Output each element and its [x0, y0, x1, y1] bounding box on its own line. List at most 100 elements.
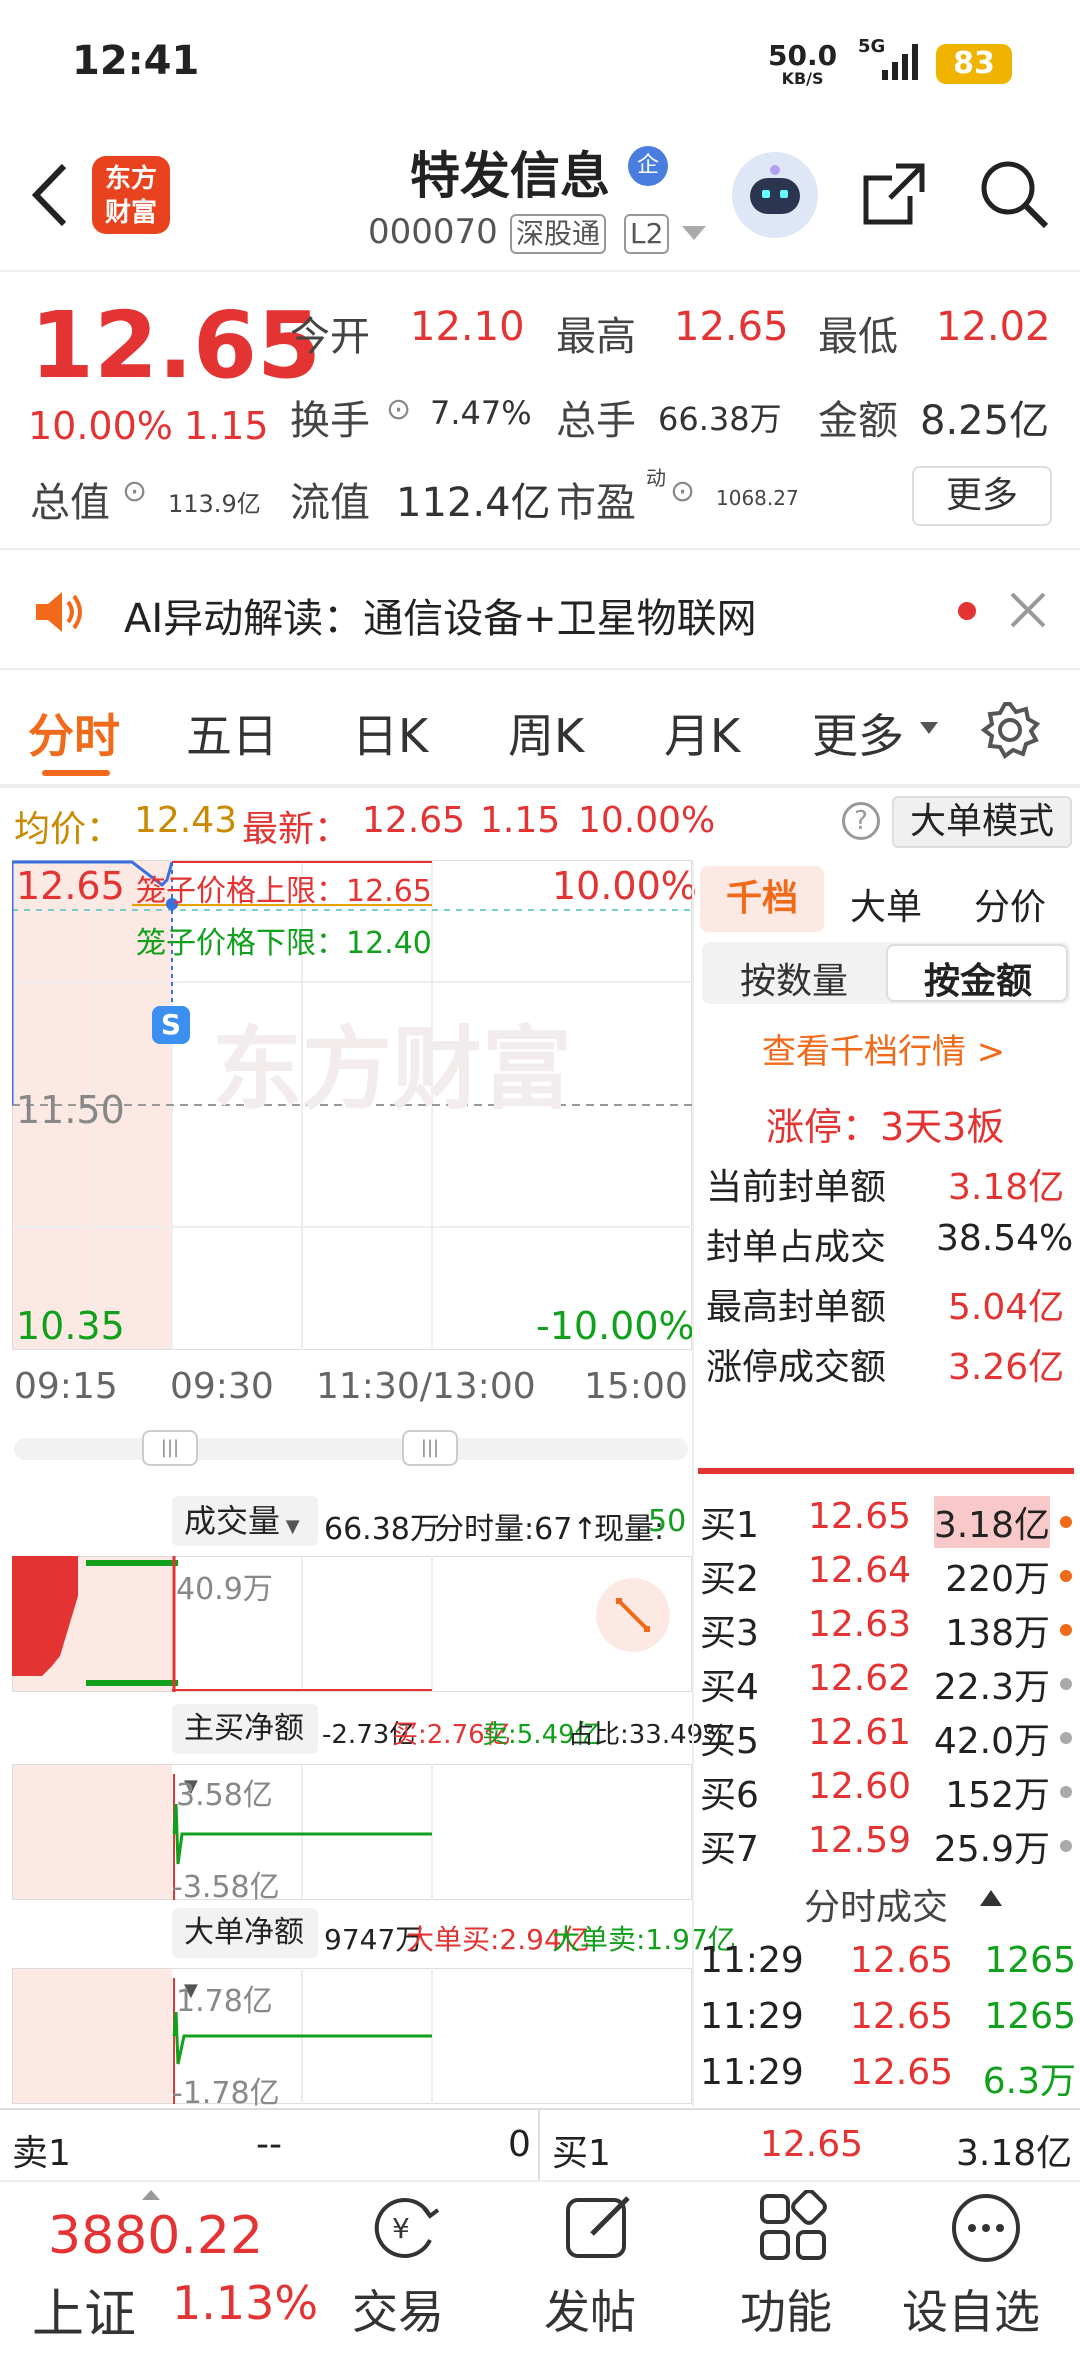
stat-value: 38.54% [936, 1218, 1074, 1259]
range-slider-left-handle[interactable]: ||| [142, 1430, 198, 1466]
info-dots-icon[interactable]: ⊙ [386, 392, 411, 427]
speaker-icon [36, 592, 82, 632]
chevron-up-icon[interactable] [980, 1890, 1002, 1906]
sub-tab-by-quantity[interactable]: 按数量 [740, 952, 848, 1004]
index-name[interactable]: 上证 [32, 2272, 136, 2347]
app-logo[interactable]: 东方 财富 [92, 156, 170, 234]
bid-row[interactable]: 买1 12.65 3.18亿 [698, 1496, 1078, 1548]
ai-robot-avatar[interactable] [732, 152, 818, 238]
volume-label: 总手 [556, 398, 636, 444]
tab-big-order[interactable]: 大单 [850, 878, 922, 930]
speed-value: 50.0 [768, 39, 838, 72]
edit-post-icon[interactable] [562, 2190, 638, 2266]
bigorder-chart[interactable] [12, 1968, 692, 2104]
netbuy-chart[interactable] [12, 1764, 692, 1900]
bid-row[interactable]: 买5 12.61 42.0万 [698, 1712, 1078, 1764]
tab-more[interactable]: 更多 [812, 700, 904, 766]
sub-tab-by-amount[interactable]: 按金额 [924, 952, 1032, 1004]
search-icon[interactable] [978, 158, 1050, 230]
gear-icon[interactable] [980, 700, 1040, 760]
range-slider-right-handle[interactable]: ||| [402, 1430, 458, 1466]
expand-button[interactable] [596, 1578, 670, 1652]
bid-qty: 25.9万 [933, 1829, 1050, 1870]
more-button[interactable]: 更多 [912, 466, 1052, 526]
ai-banner-text: AI异动解读：通信设备+卫星物联网 [124, 596, 757, 642]
volume-bars-green [86, 1560, 178, 1566]
close-icon[interactable] [1010, 592, 1046, 628]
bid-row[interactable]: 买7 12.59 25.9万 [698, 1820, 1078, 1872]
big-order-mode-button[interactable]: 大单模式 [892, 796, 1072, 848]
tab-underline [42, 770, 110, 776]
volume-total: 66.38万 [324, 1512, 440, 1547]
volume-value: 66.38万 [658, 400, 782, 438]
time-label-1500: 15:00 [584, 1366, 688, 1407]
stat-label: 涨停成交额 [706, 1347, 887, 1388]
nav-post[interactable]: 发帖 [544, 2276, 636, 2342]
back-icon[interactable] [28, 160, 72, 230]
tab-weekly-k[interactable]: 周K [508, 700, 584, 766]
nav-functions[interactable]: 功能 [740, 2276, 832, 2342]
bid-row[interactable]: 买3 12.63 138万 [698, 1604, 1078, 1656]
bid1-qty: 3.18亿 [956, 2133, 1073, 2174]
order-book-divider [698, 1468, 1074, 1474]
open-value: 12.10 [410, 304, 525, 350]
view-thousand-levels-link[interactable]: 查看千档行情 > [762, 1024, 1005, 1073]
trade-time: 11:29 [700, 1996, 804, 2037]
tab-price-dist[interactable]: 分价 [974, 878, 1046, 930]
high-label: 最高 [556, 314, 636, 360]
chevron-down-icon[interactable] [682, 226, 706, 240]
status-dot [1060, 1624, 1072, 1636]
chevron-down-icon[interactable] [920, 722, 938, 734]
volume-selector[interactable]: 成交量 ▼ [172, 1496, 318, 1546]
ai-banner[interactable]: AI异动解读：通信设备+卫星物联网 [0, 550, 1080, 670]
sgt-tag: 深股通 [510, 214, 607, 254]
bid-row[interactable]: 买2 12.64 220万 [698, 1550, 1078, 1602]
yuan-exchange-icon[interactable]: ¥ [368, 2190, 444, 2266]
current-price: 12.65 [30, 292, 322, 399]
tab-five-day[interactable]: 五日 [186, 700, 278, 766]
grid-apps-icon[interactable] [756, 2190, 832, 2266]
help-icon[interactable]: ? [842, 802, 880, 840]
nav-trade[interactable]: 交易 [352, 2276, 444, 2342]
bid-qty: 22.3万 [933, 1667, 1050, 1708]
volume-chart[interactable] [12, 1556, 692, 1692]
trade-qty: 6.3万 [982, 2061, 1076, 2102]
bid-label: 买1 [700, 1505, 759, 1546]
time-label-0915: 09:15 [14, 1366, 118, 1407]
s-marker-icon[interactable]: S [152, 1006, 190, 1044]
tab-intraday[interactable]: 分时 [28, 700, 120, 766]
svg-text:¥: ¥ [392, 2212, 410, 2245]
nav-watchlist[interactable]: 设自选 [902, 2276, 1040, 2342]
bid-qty: 42.0万 [933, 1721, 1050, 1762]
tab-thousand-levels[interactable]: 千档 [700, 866, 824, 932]
trade-row: 11:29 12.65 6.3万 [700, 2052, 1076, 2104]
info-dots-icon[interactable]: ⊙ [670, 474, 695, 509]
status-dot [1060, 1516, 1072, 1528]
info-dots-icon[interactable]: ⊙ [122, 474, 147, 509]
netbuy-selector[interactable]: 主买净额 ▼ [172, 1704, 318, 1797]
tab-monthly-k[interactable]: 月K [664, 700, 740, 766]
lower-limit-label: 笼子价格下限：12.40 [136, 926, 432, 961]
robot-icon [750, 165, 800, 214]
stock-name[interactable]: 特发信息 [410, 136, 610, 208]
unread-dot [958, 602, 976, 620]
limit-up-title: 涨停：3天3板 [766, 1105, 1005, 1149]
watermark: 东方财富 [212, 1020, 572, 1120]
trade-qty: 1265 [984, 1940, 1076, 1981]
bottom-quote-bar: 卖1 -- 0 买1 12.65 3.18亿 [0, 2108, 1080, 2180]
bid-row[interactable]: 买6 12.60 152万 [698, 1766, 1078, 1818]
bid-qty: 3.18亿 [933, 1496, 1050, 1548]
share-icon[interactable] [860, 160, 928, 228]
bid-price: 12.59 [808, 1820, 912, 1861]
netbuy-selector-label: 主买净额 [184, 1711, 304, 1746]
range-slider-track[interactable] [14, 1438, 688, 1460]
chat-dots-icon[interactable] [948, 2190, 1024, 2266]
tab-daily-k[interactable]: 日K [352, 700, 428, 766]
low-label: 最低 [818, 314, 898, 360]
bid-row[interactable]: 买4 12.62 22.3万 [698, 1658, 1078, 1710]
status-dot [1060, 1840, 1072, 1852]
chevron-up-icon[interactable] [142, 2190, 160, 2200]
amount-label: 金额 [818, 398, 898, 444]
index-value[interactable]: 3880.22 [48, 2206, 263, 2266]
bigorder-selector[interactable]: 大单净额 ▼ [172, 1908, 318, 2001]
